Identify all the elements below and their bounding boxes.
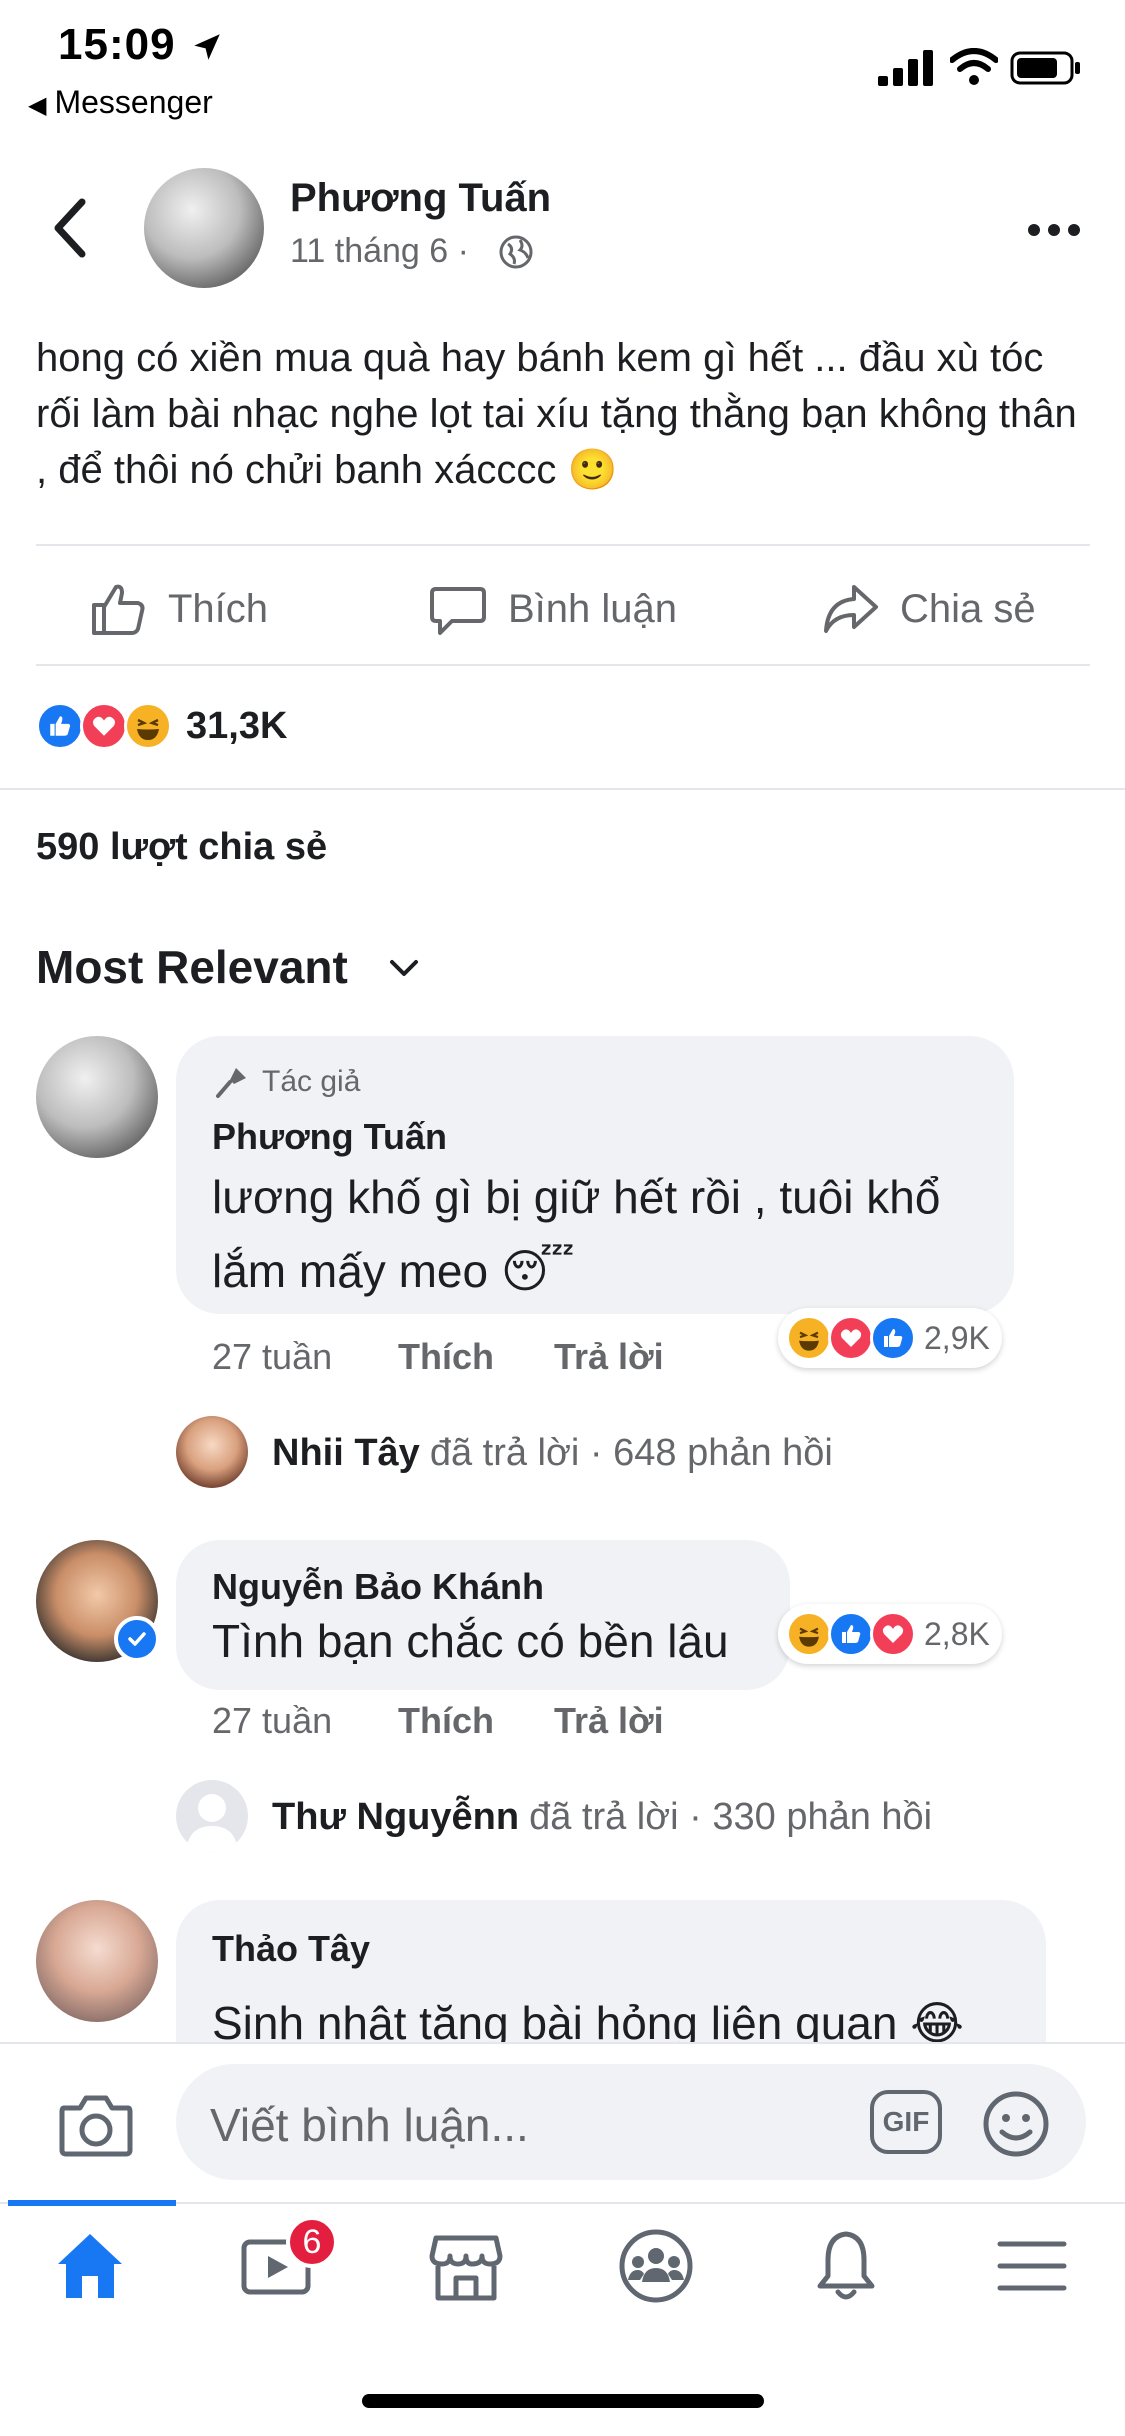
back-app-label: Messenger: [54, 84, 213, 120]
comment-text: lắm mấy meo 😴: [212, 1245, 575, 1297]
microphone-icon: [216, 1068, 246, 1098]
comment-label: Bình luận: [508, 586, 678, 631]
verified-badge-icon: [114, 1616, 160, 1662]
like-reaction-icon: [36, 702, 84, 750]
home-icon[interactable]: [50, 2226, 130, 2306]
comment-icon: [430, 587, 486, 635]
comment-reply-label: Trả lời: [554, 1336, 664, 1377]
comment-reactions[interactable]: 2,9K: [778, 1308, 1002, 1368]
home-indicator[interactable]: [362, 2394, 764, 2408]
haha-reaction-icon: [786, 1611, 832, 1657]
divider-top: [36, 544, 1090, 546]
post-author-name[interactable]: Phương Tuấn: [290, 176, 551, 221]
battery-icon: [1010, 51, 1080, 85]
reaction-count: 31,3K: [186, 704, 288, 747]
author-tag: Tác giả: [214, 1064, 360, 1100]
camera-icon[interactable]: [58, 2090, 134, 2158]
divider-reactions: [0, 788, 1125, 790]
post-date[interactable]: 11 tháng 6 ·: [290, 232, 469, 271]
comment-time: 27 tuần: [212, 1700, 333, 1741]
location-arrow-icon: [194, 34, 220, 60]
back-triangle-icon: ◀: [28, 92, 47, 119]
reply-summary-text: đã trả lời · 648 phản hồi: [429, 1432, 833, 1474]
active-tab-indicator: [8, 2200, 176, 2206]
comment-author[interactable]: Nguyễn Bảo Khánh: [212, 1566, 544, 1608]
like-reaction-icon: [870, 1315, 916, 1361]
more-options-icon[interactable]: [1024, 210, 1084, 250]
share-button[interactable]: Chia sẻ: [820, 574, 1036, 644]
like-label: Thích: [168, 586, 269, 631]
comment-button[interactable]: Bình luận: [428, 574, 677, 644]
comment-avatar[interactable]: [36, 1900, 158, 2022]
globe-icon: [499, 235, 533, 269]
post-date-separator: ·: [457, 232, 469, 270]
love-reaction-icon: [870, 1611, 916, 1657]
comment-like-button[interactable]: Thích: [398, 1700, 494, 1742]
comment-reply-label: Trả lời: [554, 1700, 664, 1741]
reply-avatar[interactable]: [176, 1416, 248, 1488]
comment-like-button[interactable]: Thích: [398, 1336, 494, 1378]
reply-author: Thư Nguyễnn: [272, 1796, 520, 1838]
menu-icon[interactable]: [992, 2226, 1072, 2306]
share-count[interactable]: 590 lượt chia sẻ: [36, 826, 327, 869]
status-time: 15:09: [58, 20, 176, 69]
haha-reaction-icon: [124, 702, 172, 750]
thumbs-up-icon: [92, 584, 145, 635]
comment-avatar[interactable]: [36, 1036, 158, 1158]
gif-button[interactable]: GIF: [870, 2090, 942, 2154]
comment-sort-label[interactable]: Most Relevant: [36, 940, 348, 994]
back-chevron-icon[interactable]: [48, 196, 92, 260]
comment-reply-button[interactable]: Trả lời: [554, 1700, 664, 1742]
love-reaction-icon: [828, 1315, 874, 1361]
post-text: hong có xiền mua quà hay bánh kem gì hết…: [36, 336, 1077, 492]
default-user-icon: [186, 1794, 238, 1852]
comment-input-placeholder: Viết bình luận...: [210, 2099, 529, 2151]
bell-icon[interactable]: [806, 2226, 886, 2306]
emoji-icon[interactable]: [982, 2090, 1050, 2158]
divider-actions: [36, 664, 1090, 666]
groups-icon[interactable]: [616, 2226, 696, 2306]
signal-icon: [878, 50, 933, 86]
comment-text: lương khố gì bị giữ hết rồi , tuôi khổ: [212, 1171, 941, 1223]
comment-reaction-count: 2,8K: [924, 1615, 990, 1652]
comment-like-label: Thích: [398, 1336, 494, 1377]
like-button[interactable]: Thích: [88, 574, 268, 644]
wifi-icon: [950, 48, 998, 85]
comment-reaction-count: 2,9K: [924, 1319, 990, 1356]
like-reaction-icon: [828, 1611, 874, 1657]
love-reaction-icon: [80, 702, 128, 750]
reply-avatar[interactable]: [176, 1780, 248, 1852]
video-notification-badge: 6: [286, 2216, 338, 2268]
marketplace-icon[interactable]: [426, 2226, 506, 2306]
chevron-down-icon[interactable]: [384, 950, 424, 986]
reply-author: Nhii Tây: [272, 1432, 420, 1474]
comment-like-label: Thích: [398, 1700, 494, 1741]
comment-author[interactable]: Phương Tuấn: [212, 1116, 447, 1158]
back-to-messenger[interactable]: ◀ Messenger: [28, 84, 213, 121]
comment-reactions[interactable]: 2,8K: [778, 1604, 1002, 1664]
author-tag-label: Tác giả: [262, 1065, 361, 1098]
reply-summary-text: đã trả lời · 330 phản hồi: [529, 1796, 933, 1838]
reaction-summary[interactable]: 31,3K: [36, 702, 287, 750]
comment-author[interactable]: Thảo Tây: [212, 1928, 370, 1970]
comment-reply-button[interactable]: Trả lời: [554, 1336, 664, 1378]
reply-summary[interactable]: Thư Nguyễnn đã trả lời · 330 phản hồi: [272, 1796, 932, 1839]
share-label: Chia sẻ: [900, 586, 1036, 631]
comment-text: Tình bạn chắc có bền lâu: [212, 1615, 729, 1667]
author-avatar[interactable]: [144, 168, 264, 288]
reply-summary[interactable]: Nhii Tây đã trả lời · 648 phản hồi: [272, 1432, 833, 1475]
share-icon: [824, 585, 878, 633]
post-date-text: 11 tháng 6: [290, 232, 449, 270]
haha-reaction-icon: [786, 1315, 832, 1361]
comment-time: 27 tuần: [212, 1336, 333, 1377]
